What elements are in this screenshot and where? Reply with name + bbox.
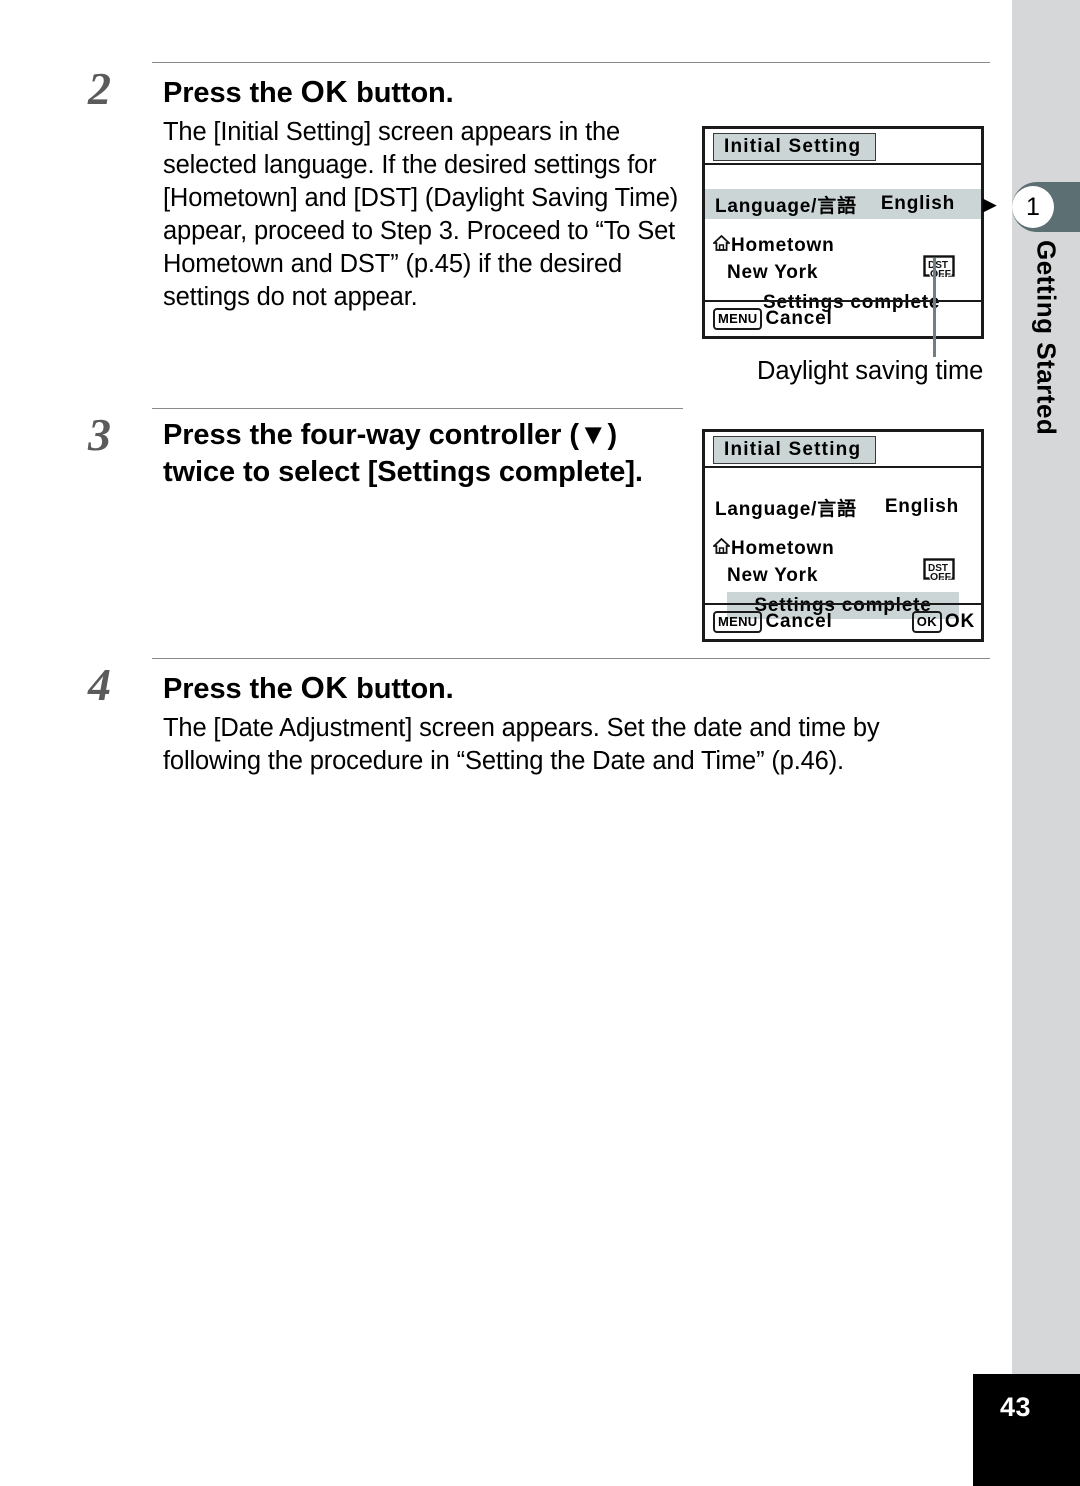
step-2-title: Press the OK button.	[163, 72, 683, 112]
step-4-body: The [Date Adjustment] screen appears. Se…	[163, 714, 880, 776]
lcd-2-title: Initial Setting	[713, 436, 877, 464]
step-2-number: 2	[88, 63, 111, 114]
ok-button-glyph: OK	[300, 670, 349, 705]
menu-badge-icon: MENU	[713, 611, 763, 633]
lcd-2-ok-label: OK	[944, 611, 975, 632]
step-3-number: 3	[88, 409, 111, 460]
chevron-right-icon[interactable]: ▶	[983, 196, 997, 213]
chapter-number-badge: 1	[1012, 186, 1054, 228]
home-icon	[711, 537, 732, 560]
chapter-title-text: Getting Started	[1031, 240, 1062, 436]
lcd-2-language-label: Language/言語	[715, 498, 857, 520]
lcd-1-cancel-label: Cancel	[765, 308, 833, 329]
lcd-2-language-row[interactable]: Language/言語 English	[715, 492, 959, 522]
dst-off-icon: DST OFF	[923, 255, 955, 286]
lcd-1-hometown-row[interactable]: Hometown	[711, 234, 835, 257]
lcd-screen-initial-setting-1: Initial Setting Language/言語 English ▶ Ho…	[702, 126, 996, 339]
lcd-2-body: Language/言語 English Hometown New York DS…	[705, 468, 981, 639]
step-3-rule	[152, 408, 683, 409]
step-2-title-after: button.	[348, 77, 454, 109]
lcd-2-hometown-label: Hometown	[731, 538, 835, 559]
lcd-screen-initial-setting-2: Initial Setting Language/言語 English Home…	[702, 429, 984, 642]
step-2-title-before: Press the	[163, 77, 301, 109]
dst-off-icon: DST OFF	[923, 558, 955, 589]
lcd-1-language-label: Language/言語	[715, 195, 857, 217]
svg-text:OFF: OFF	[930, 571, 952, 583]
lcd-1-language-row[interactable]: Language/言語 English ▶	[705, 189, 996, 219]
step-4-title-before: Press the	[163, 673, 301, 705]
step-2-body: The [Initial Setting] screen appears in …	[163, 118, 679, 312]
lcd-1-menu-cancel[interactable]: MENU Cancel	[713, 308, 833, 330]
lcd-1-hometown-label: Hometown	[731, 235, 835, 256]
ok-button-glyph: OK	[300, 74, 349, 109]
menu-badge-icon: MENU	[713, 308, 763, 330]
lcd-1-language-value: English	[880, 193, 956, 214]
chapter-title-vertical: Getting Started	[1012, 236, 1080, 496]
lcd-2-titlebar: Initial Setting	[705, 432, 981, 468]
lcd-1-title: Initial Setting	[713, 133, 877, 161]
lcd-2-hometown-city: New York	[727, 565, 819, 586]
lcd-2-footer: MENU Cancel OK OK	[705, 603, 981, 639]
lcd-2-cancel-label: Cancel	[765, 611, 833, 632]
lcd-2-hometown-row[interactable]: Hometown	[711, 537, 835, 560]
step-4-title-after: button.	[348, 673, 454, 705]
daylight-saving-time-caption: Daylight saving time	[757, 357, 984, 385]
step-2-rule	[152, 62, 990, 63]
step-4-title: Press the OK button.	[163, 668, 963, 708]
page-number: 43	[1000, 1392, 1032, 1422]
page-number-block	[973, 1374, 1080, 1486]
lcd-2-ok-confirm[interactable]: OK OK	[911, 611, 975, 633]
lcd-2-menu-cancel[interactable]: MENU Cancel	[713, 611, 833, 633]
lcd-1-titlebar: Initial Setting	[705, 129, 981, 165]
step-4-number: 4	[88, 659, 111, 710]
dst-leader-line	[933, 258, 936, 357]
ok-badge-icon: OK	[911, 611, 942, 633]
lcd-1-footer: MENU Cancel	[705, 300, 981, 336]
lcd-2-language-value: English	[884, 496, 960, 517]
home-icon	[711, 234, 732, 257]
step-4-rule	[152, 658, 990, 659]
lcd-1-body: Language/言語 English ▶ Hometown New York …	[705, 165, 996, 336]
lcd-1-hometown-city: New York	[727, 262, 819, 283]
step-3-title: Press the four-way controller (▼) twice …	[163, 419, 643, 489]
